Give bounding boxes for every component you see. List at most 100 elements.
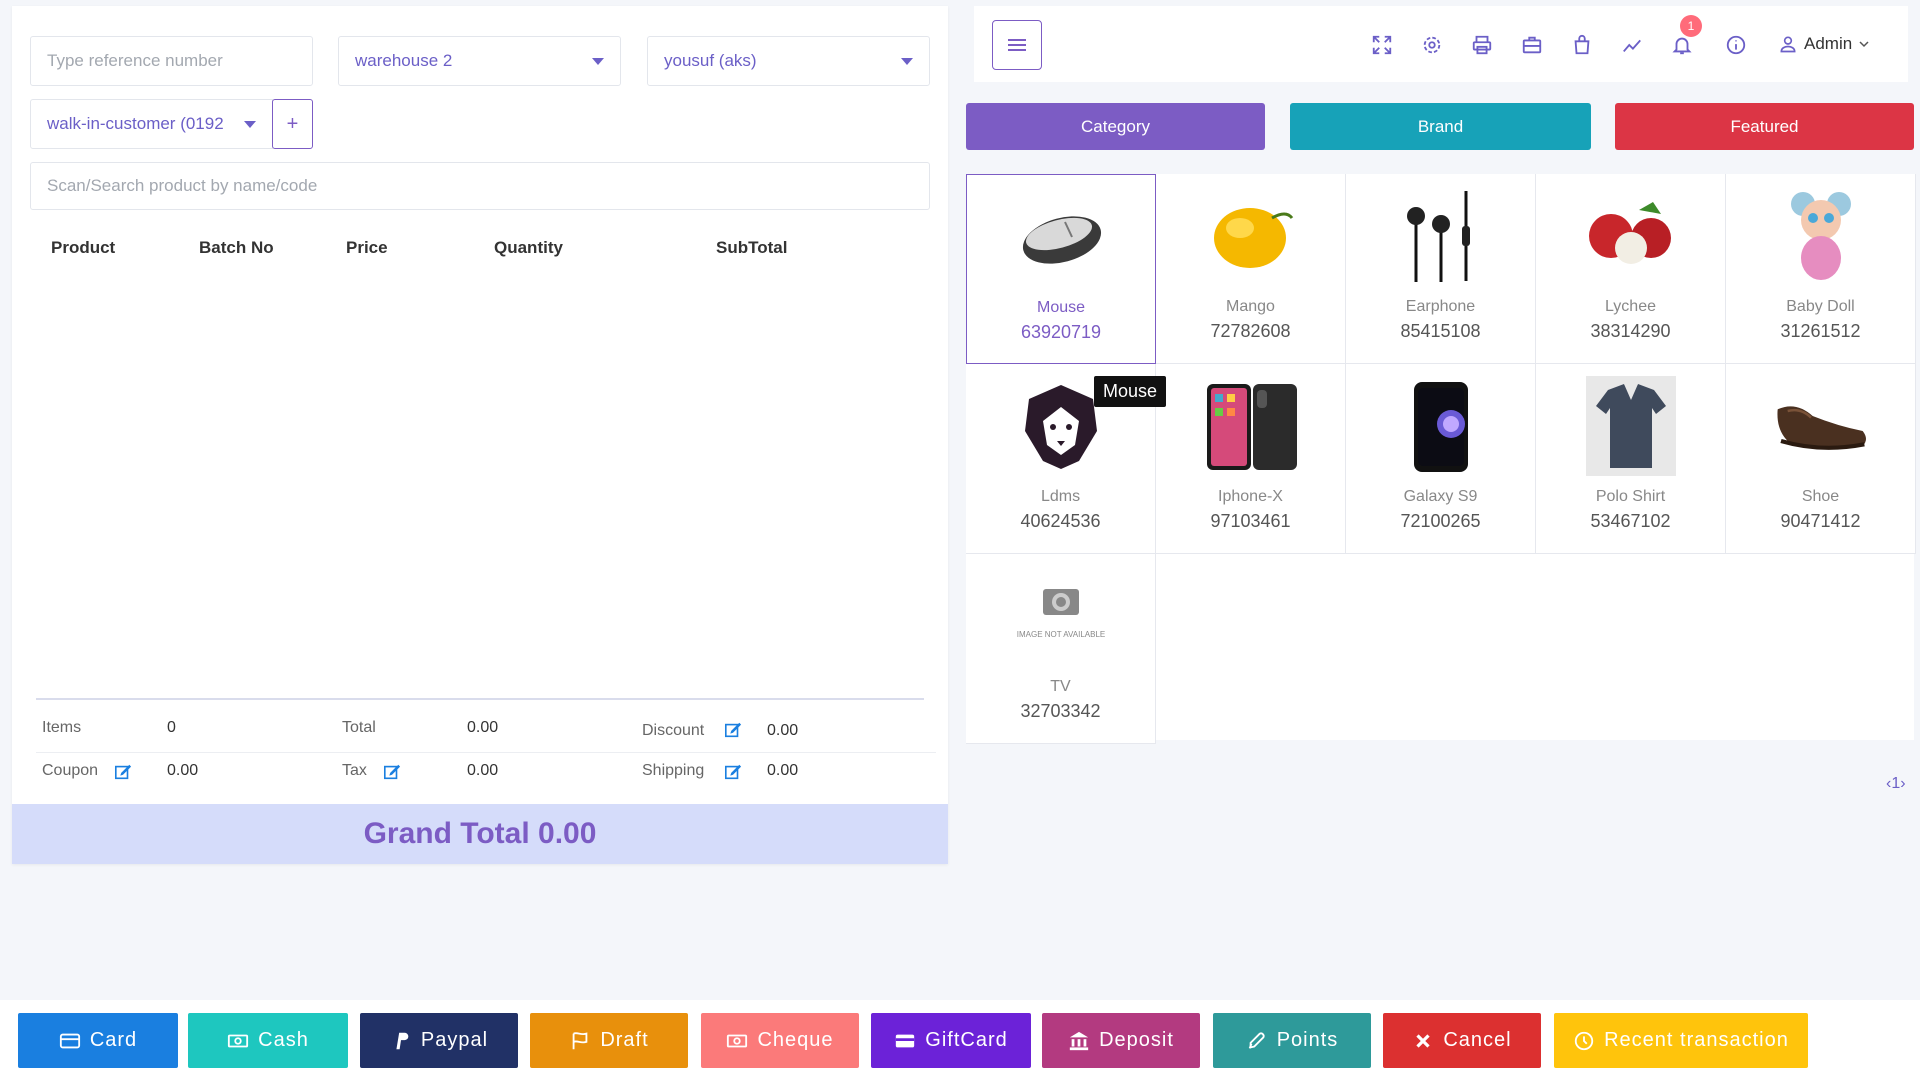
product-code: 90471412 <box>1780 511 1861 531</box>
cancel-button[interactable]: Cancel <box>1383 1013 1541 1068</box>
payment-label: Recent transaction <box>1604 1029 1789 1051</box>
mouse-image <box>1012 187 1112 287</box>
printer-icon[interactable] <box>1471 34 1493 56</box>
cash-icon <box>227 1030 249 1052</box>
product-tooltip: Mouse <box>1094 376 1167 407</box>
product-card[interactable]: Shoe 90471412 <box>1726 364 1916 554</box>
product-code: 72100265 <box>1400 511 1481 531</box>
giftcard-button[interactable]: GiftCard <box>871 1013 1031 1068</box>
product-code: 31261512 <box>1780 321 1861 341</box>
edit-discount-icon[interactable] <box>724 721 742 739</box>
payment-bar: Card Cash Paypal Draft Cheque GiftCard Deposit… <box>0 1000 1920 1080</box>
product-name: Earphone <box>1405 298 1476 315</box>
flag-icon <box>569 1030 591 1052</box>
brand-filter-button[interactable]: Brand <box>1290 103 1591 150</box>
product-card[interactable]: Lychee 38314290 <box>1536 174 1726 364</box>
product-card[interactable]: Iphone-X 97103461 <box>1156 364 1346 554</box>
featured-filter-button[interactable]: Featured <box>1615 103 1914 150</box>
warehouse-select[interactable]: warehouse 2 <box>338 36 621 86</box>
tax-value: 0.00 <box>467 762 499 779</box>
cash-button[interactable]: Cash <box>188 1013 348 1068</box>
reference-number-input[interactable] <box>47 51 296 71</box>
product-code: 97103461 <box>1210 511 1291 531</box>
shipping-label: Shipping <box>642 762 705 779</box>
customer-select[interactable]: walk-in-customer (0192 <box>30 99 273 149</box>
edit-tax-icon[interactable] <box>383 763 401 781</box>
warehouse-value: warehouse 2 <box>355 51 453 70</box>
iphone-image <box>1201 376 1301 476</box>
user-icon <box>1780 36 1796 53</box>
image-not-available: IMAGE NOT AVAILABLE <box>1011 566 1111 666</box>
pagination[interactable]: ‹1› <box>1886 775 1906 793</box>
cheque-button[interactable]: Cheque <box>701 1013 859 1068</box>
paypal-button[interactable]: Paypal <box>360 1013 518 1068</box>
payment-label: Deposit <box>1099 1029 1174 1051</box>
bell-icon[interactable] <box>1671 34 1693 56</box>
product-name: Mango <box>1226 298 1275 315</box>
sale-form-panel: warehouse 2 yousuf (aks) walk-in-custome… <box>12 6 948 864</box>
column-product: Product <box>51 238 116 257</box>
earphone-image <box>1391 186 1491 286</box>
fullscreen-icon[interactable] <box>1371 34 1393 56</box>
discount-value: 0.00 <box>767 722 799 739</box>
customer-value: walk-in-customer (0192 <box>47 114 224 133</box>
product-card[interactable]: Earphone 85415108 <box>1346 174 1536 364</box>
user-name: Admin <box>1804 34 1853 53</box>
category-filter-button[interactable]: Category <box>966 103 1265 150</box>
product-name: Mouse <box>1036 299 1086 316</box>
chevron-down-icon <box>901 57 913 65</box>
product-search-field[interactable] <box>30 162 930 210</box>
product-code: 53467102 <box>1590 511 1671 531</box>
product-code: 40624536 <box>1020 511 1101 531</box>
product-card[interactable]: Baby Doll 31261512 <box>1726 174 1916 364</box>
product-name: TV <box>1050 678 1071 695</box>
payment-label: Card <box>89 1029 138 1051</box>
baby-doll-image <box>1771 186 1871 286</box>
gift-card-icon <box>894 1030 916 1052</box>
edit-coupon-icon[interactable] <box>114 763 132 781</box>
chevron-down-icon <box>244 120 256 128</box>
deposit-button[interactable]: Deposit <box>1042 1013 1200 1068</box>
mango-image <box>1201 186 1301 286</box>
user-menu[interactable]: Admin <box>1778 34 1870 54</box>
summary-row-separator <box>36 752 936 753</box>
draft-button[interactable]: Draft <box>530 1013 688 1068</box>
column-quantity: Quantity <box>494 238 563 257</box>
galaxy-phone-image <box>1391 376 1491 476</box>
card-button[interactable]: Card <box>18 1013 178 1068</box>
total-value: 0.00 <box>467 719 499 736</box>
coupon-value: 0.00 <box>167 762 199 779</box>
chevron-down-icon <box>1859 41 1869 48</box>
product-name: Polo Shirt <box>1595 488 1666 505</box>
reference-number-field[interactable] <box>30 36 313 86</box>
payment-label: Points <box>1276 1029 1339 1051</box>
product-card[interactable]: Polo Shirt 53467102 <box>1536 364 1726 554</box>
summary-divider <box>36 698 924 700</box>
points-button[interactable]: Points <box>1213 1013 1371 1068</box>
shopping-bag-icon[interactable] <box>1571 34 1593 56</box>
biller-select[interactable]: yousuf (aks) <box>647 36 930 86</box>
briefcase-icon[interactable] <box>1521 34 1543 56</box>
product-card[interactable]: Galaxy S9 72100265 <box>1346 364 1536 554</box>
product-card[interactable]: IMAGE NOT AVAILABLE TV 32703342 <box>966 554 1156 744</box>
product-card[interactable]: Mango 72782608 <box>1156 174 1346 364</box>
product-code: 38314290 <box>1590 321 1671 341</box>
info-icon[interactable] <box>1725 34 1747 56</box>
menu-toggle-button[interactable] <box>992 20 1042 70</box>
recent-transaction-button[interactable]: Recent transaction <box>1554 1013 1808 1068</box>
payment-label: Cheque <box>757 1029 834 1051</box>
paypal-icon <box>390 1030 412 1052</box>
edit-shipping-icon[interactable] <box>724 763 742 781</box>
add-customer-button[interactable]: + <box>272 99 313 149</box>
product-card[interactable]: Mouse 63920719 <box>966 174 1156 364</box>
payment-label: Paypal <box>420 1029 489 1051</box>
product-name: Ldms <box>1040 488 1081 505</box>
product-search-input[interactable] <box>47 176 913 196</box>
clock-icon <box>1573 1030 1595 1052</box>
coupon-label: Coupon <box>42 762 99 779</box>
product-code: 32703342 <box>1020 701 1101 721</box>
chart-line-icon[interactable] <box>1621 34 1643 56</box>
product-code: 85415108 <box>1400 321 1481 341</box>
items-label: Items <box>42 719 82 736</box>
gear-icon[interactable] <box>1421 34 1443 56</box>
